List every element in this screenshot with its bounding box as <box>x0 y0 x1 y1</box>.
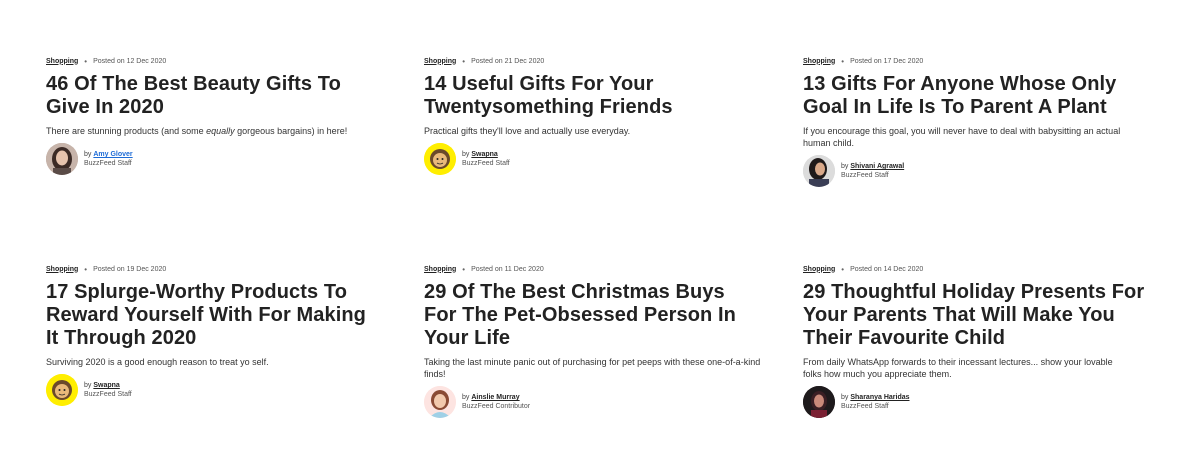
article-meta: Shopping • Posted on 12 Dec 2020 <box>46 55 386 67</box>
category-link[interactable]: Shopping <box>46 266 78 273</box>
woman-photo-avatar-icon <box>803 155 835 187</box>
author-info: by Swapna BuzzFeed Staff <box>462 151 510 167</box>
article-title[interactable]: 17 Splurge-Worthy Products To Reward You… <box>46 281 371 350</box>
article-card[interactable]: Shopping • Posted on 11 Dec 2020 29 Of T… <box>424 263 764 418</box>
article-grid: Shopping • Posted on 12 Dec 2020 46 Of T… <box>0 0 1188 466</box>
article-title[interactable]: 13 Gifts For Anyone Whose Only Goal In L… <box>803 73 1148 119</box>
meta-separator: • <box>84 264 88 274</box>
author-info: by Shivani Agrawal BuzzFeed Staff <box>841 163 905 179</box>
meta-separator: • <box>841 264 845 274</box>
article-description: Practical gifts they'll love and actuall… <box>424 126 631 136</box>
cartoon-face-avatar-icon <box>424 143 456 175</box>
author-avatar[interactable] <box>46 143 78 175</box>
author-avatar[interactable] <box>803 386 835 418</box>
article-title[interactable]: 46 Of The Best Beauty Gifts To Give In 2… <box>46 73 376 119</box>
meta-separator: • <box>462 56 466 66</box>
author-info: by Ainslie Murray BuzzFeed Contributor <box>462 394 531 410</box>
category-link[interactable]: Shopping <box>803 266 835 273</box>
woman-photo-avatar-icon <box>803 386 835 418</box>
author-avatar[interactable] <box>46 374 78 406</box>
author-role: BuzzFeed Staff <box>841 172 889 179</box>
article-meta: Shopping • Posted on 17 Dec 2020 <box>803 55 1143 67</box>
post-date: Posted on 11 Dec 2020 <box>471 265 544 273</box>
article-title[interactable]: 29 Thoughtful Holiday Presents For Your … <box>803 281 1148 350</box>
author-info: by Swapna BuzzFeed Staff <box>84 382 132 398</box>
byline: by Shivani Agrawal BuzzFeed Staff <box>803 155 1143 187</box>
byline: by Sharanya Haridas BuzzFeed Staff <box>803 386 1143 418</box>
author-avatar[interactable] <box>424 143 456 175</box>
post-date: Posted on 21 Dec 2020 <box>471 57 545 65</box>
author-info: by Amy Glover BuzzFeed Staff <box>84 151 133 167</box>
author-role: BuzzFeed Staff <box>84 160 132 167</box>
byline: by Ainslie Murray BuzzFeed Contributor <box>424 386 764 418</box>
category-link[interactable]: Shopping <box>424 266 456 273</box>
cartoon-face-avatar-icon <box>46 374 78 406</box>
author-link[interactable]: Shivani Agrawal <box>850 163 904 170</box>
author-info: by Sharanya Haridas BuzzFeed Staff <box>841 394 910 410</box>
meta-separator: • <box>462 264 466 274</box>
meta-separator: • <box>841 56 845 66</box>
author-link[interactable]: Swapna <box>93 382 119 389</box>
article-description: If you encourage this goal, you will nev… <box>803 126 1121 148</box>
article-card[interactable]: Shopping • Posted on 21 Dec 2020 14 Usef… <box>424 55 764 175</box>
author-role: BuzzFeed Staff <box>841 403 889 410</box>
article-card[interactable]: Shopping • Posted on 14 Dec 2020 29 Thou… <box>803 263 1144 418</box>
author-role: BuzzFeed Staff <box>84 391 132 398</box>
category-link[interactable]: Shopping <box>803 58 835 65</box>
byline: by Swapna BuzzFeed Staff <box>424 143 764 175</box>
article-title[interactable]: 14 Useful Gifts For Your Twentysomething… <box>424 73 724 119</box>
post-date: Posted on 14 Dec 2020 <box>850 265 924 273</box>
article-card[interactable]: Shopping • Posted on 12 Dec 2020 46 Of T… <box>46 55 386 175</box>
article-meta: Shopping • Posted on 14 Dec 2020 <box>803 263 1143 275</box>
author-avatar[interactable] <box>424 386 456 418</box>
author-link[interactable]: Amy Glover <box>93 151 132 158</box>
post-date: Posted on 17 Dec 2020 <box>850 57 924 65</box>
post-date: Posted on 12 Dec 2020 <box>93 57 167 65</box>
article-meta: Shopping • Posted on 19 Dec 2020 <box>46 263 386 275</box>
byline: by Swapna BuzzFeed Staff <box>46 374 386 406</box>
article-description: Taking the last minute panic out of purc… <box>424 357 761 379</box>
article-description: From daily WhatsApp forwards to their in… <box>803 357 1113 379</box>
article-card[interactable]: Shopping • Posted on 17 Dec 2020 13 Gift… <box>803 55 1143 187</box>
author-link[interactable]: Ainslie Murray <box>471 394 519 401</box>
category-link[interactable]: Shopping <box>424 58 456 65</box>
author-role: BuzzFeed Contributor <box>462 403 531 410</box>
illustrated-woman-avatar-icon <box>424 386 456 418</box>
post-date: Posted on 19 Dec 2020 <box>93 265 167 273</box>
byline: by Amy Glover BuzzFeed Staff <box>46 143 386 175</box>
meta-separator: • <box>84 56 88 66</box>
author-link[interactable]: Sharanya Haridas <box>850 394 909 401</box>
article-description: Surviving 2020 is a good enough reason t… <box>46 357 269 367</box>
author-link[interactable]: Swapna <box>471 151 497 158</box>
article-title[interactable]: 29 Of The Best Christmas Buys For The Pe… <box>424 281 759 350</box>
article-meta: Shopping • Posted on 21 Dec 2020 <box>424 55 764 67</box>
article-meta: Shopping • Posted on 11 Dec 2020 <box>424 263 764 275</box>
author-avatar[interactable] <box>803 155 835 187</box>
article-description: There are stunning products (and some eq… <box>46 126 348 136</box>
woman-photo-avatar-icon <box>46 143 78 175</box>
author-role: BuzzFeed Staff <box>462 160 510 167</box>
article-card[interactable]: Shopping • Posted on 19 Dec 2020 17 Splu… <box>46 263 386 406</box>
category-link[interactable]: Shopping <box>46 58 78 65</box>
